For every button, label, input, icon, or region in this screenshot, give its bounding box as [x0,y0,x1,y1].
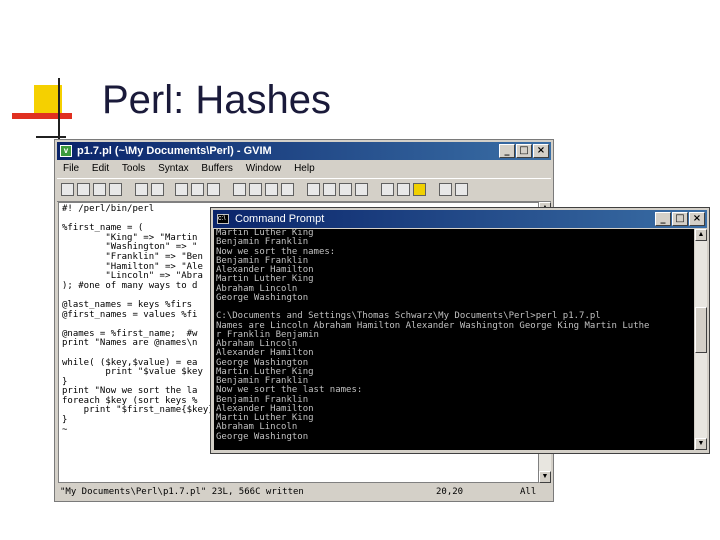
load-session-icon[interactable] [307,183,320,196]
run-script-icon[interactable] [339,183,352,196]
menu-buffers[interactable]: Buffers [201,163,233,174]
status-position: 20,20 [436,487,464,497]
find-help-icon[interactable] [455,183,468,196]
menu-tools[interactable]: Tools [122,163,145,174]
copy-icon[interactable] [191,183,204,196]
find-icon[interactable] [233,183,246,196]
save-session-icon[interactable] [323,183,336,196]
console-text: Martin Luther King Benjamin Franklin Now… [216,229,650,442]
print-icon[interactable] [109,183,122,196]
cmd-maximize-button[interactable]: □ [672,212,688,226]
cmd-minimize-button[interactable]: _ [655,212,671,226]
console-scrollbar[interactable]: ▲ ▼ [695,229,707,450]
undo-icon[interactable] [135,183,148,196]
gvim-titlebar[interactable]: v p1.7.pl (~\My Documents\Perl) - GVIM _… [57,142,551,160]
replace-icon[interactable] [281,183,294,196]
close-button[interactable]: × [533,144,549,158]
minimize-button[interactable]: _ [499,144,515,158]
menu-edit[interactable]: Edit [92,163,109,174]
command-prompt-icon: c:\ [217,214,229,224]
command-prompt-titlebar[interactable]: c:\ Command Prompt _ □ × [213,210,707,228]
open-icon[interactable] [61,183,74,196]
menu-syntax[interactable]: Syntax [158,163,189,174]
gvim-menubar: File Edit Tools Syntax Buffers Window He… [57,161,551,177]
tag-jump-icon[interactable] [381,183,394,196]
accent-vertical-line [58,78,60,142]
redo-icon[interactable] [151,183,164,196]
console-output[interactable]: Martin Luther King Benjamin Franklin Now… [214,229,694,450]
gvim-title: p1.7.pl (~\My Documents\Perl) - GVIM [77,145,272,157]
accent-horizontal-line [36,136,66,138]
maximize-button[interactable]: □ [516,144,532,158]
save-icon[interactable] [77,183,90,196]
slide-title: Perl: Hashes [102,78,331,122]
status-line: "My Documents\Perl\p1.7.pl" 23L, 566C wr… [58,485,550,499]
save-all-icon[interactable] [93,183,106,196]
shell-icon[interactable] [413,183,426,196]
console-scroll-up-icon[interactable]: ▲ [695,229,707,241]
accent-red-bar [12,113,72,119]
find-prev-icon[interactable] [265,183,278,196]
cmd-close-button[interactable]: × [689,212,705,226]
tag-back-icon[interactable] [397,183,410,196]
vim-app-icon: v [60,145,72,157]
find-next-icon[interactable] [249,183,262,196]
command-prompt-window[interactable]: c:\ Command Prompt _ □ × Martin Luther K… [210,207,710,454]
console-scroll-thumb[interactable] [695,307,707,353]
console-scroll-down-icon[interactable]: ▼ [695,438,707,450]
status-all: All [520,487,537,497]
menu-window[interactable]: Window [246,163,282,174]
status-file: "My Documents\Perl\p1.7.pl" 23L, 566C wr… [60,487,304,497]
menu-help[interactable]: Help [294,163,315,174]
build-icon[interactable] [355,183,368,196]
cut-icon[interactable] [175,183,188,196]
paste-icon[interactable] [207,183,220,196]
menu-file[interactable]: File [63,163,79,174]
scroll-down-arrow-icon[interactable]: ▼ [539,471,551,483]
help-icon[interactable] [439,183,452,196]
command-prompt-title: Command Prompt [235,213,325,225]
gvim-toolbar [57,178,551,202]
